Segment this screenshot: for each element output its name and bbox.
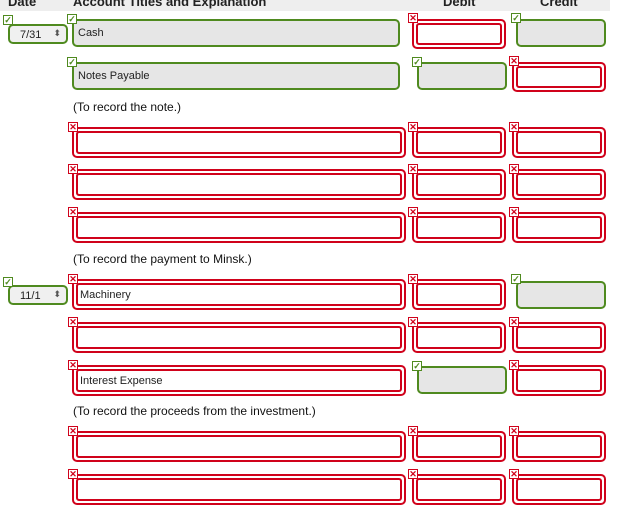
- header-debit: Debit: [443, 0, 476, 9]
- debit-field-4[interactable]: [412, 169, 506, 200]
- incorrect-icon: ✕: [509, 360, 519, 370]
- correct-icon: ✓: [412, 361, 422, 371]
- credit-field-5[interactable]: [512, 212, 606, 243]
- incorrect-icon: ✕: [68, 122, 78, 132]
- account-field-4[interactable]: [72, 169, 406, 200]
- debit-field-7[interactable]: [412, 322, 506, 353]
- account-value: Cash: [78, 27, 104, 39]
- incorrect-icon: ✕: [509, 469, 519, 479]
- note-record-note: (To record the note.): [73, 100, 182, 114]
- debit-field-6[interactable]: [412, 279, 506, 310]
- incorrect-icon: ✕: [509, 164, 519, 174]
- incorrect-icon: ✕: [408, 274, 418, 284]
- correct-icon: ✓: [3, 15, 13, 25]
- correct-icon: ✓: [412, 57, 422, 67]
- date-select-11-1[interactable]: 11/1 ⬍: [8, 285, 68, 305]
- account-field-3[interactable]: [72, 127, 406, 158]
- incorrect-icon: ✕: [68, 274, 78, 284]
- incorrect-icon: ✕: [68, 469, 78, 479]
- debit-field-3[interactable]: [412, 127, 506, 158]
- credit-field-10[interactable]: [512, 474, 606, 505]
- incorrect-icon: ✕: [68, 207, 78, 217]
- account-value: Interest Expense: [80, 374, 163, 387]
- incorrect-icon: ✕: [68, 317, 78, 327]
- debit-field-5[interactable]: [412, 212, 506, 243]
- incorrect-icon: ✕: [68, 426, 78, 436]
- account-field-5[interactable]: [72, 212, 406, 243]
- header-credit: Credit: [540, 0, 578, 9]
- debit-field-8[interactable]: [417, 366, 507, 394]
- account-field-9[interactable]: [72, 431, 406, 462]
- header-account: Account Titles and Explanation: [73, 0, 267, 9]
- date-value: 11/1: [20, 290, 41, 302]
- incorrect-icon: ✕: [509, 426, 519, 436]
- correct-icon: ✓: [67, 57, 77, 67]
- debit-field-9[interactable]: [412, 431, 506, 462]
- table-header: Date Account Titles and Explanation Debi…: [0, 0, 610, 11]
- chevron-updown-icon: ⬍: [53, 289, 61, 299]
- note-record-payment: (To record the payment to Minsk.): [73, 252, 252, 266]
- correct-icon: ✓: [511, 274, 521, 284]
- correct-icon: ✓: [3, 277, 13, 287]
- credit-field-7[interactable]: [512, 322, 606, 353]
- date-value: 7/31: [20, 29, 42, 41]
- account-field-10[interactable]: [72, 474, 406, 505]
- incorrect-icon: ✕: [408, 207, 418, 217]
- account-field-interest-expense[interactable]: Interest Expense: [72, 365, 406, 396]
- correct-icon: ✓: [511, 13, 521, 23]
- debit-field-1[interactable]: [412, 19, 506, 49]
- credit-field-1[interactable]: [516, 19, 606, 47]
- correct-icon: ✓: [67, 14, 77, 24]
- date-select-7-31[interactable]: 7/31 ⬍: [8, 24, 68, 44]
- note-record-proceeds: (To record the proceeds from the investm…: [73, 404, 316, 418]
- incorrect-icon: ✕: [408, 122, 418, 132]
- incorrect-icon: ✕: [509, 122, 519, 132]
- credit-field-8[interactable]: [512, 365, 606, 396]
- incorrect-icon: ✕: [509, 207, 519, 217]
- account-field-7[interactable]: [72, 322, 406, 353]
- incorrect-icon: ✕: [68, 360, 78, 370]
- debit-field-2[interactable]: [417, 62, 507, 90]
- incorrect-icon: ✕: [408, 13, 418, 23]
- incorrect-icon: ✕: [408, 317, 418, 327]
- account-field-cash[interactable]: Cash: [72, 19, 400, 47]
- credit-field-9[interactable]: [512, 431, 606, 462]
- incorrect-icon: ✕: [509, 317, 519, 327]
- incorrect-icon: ✕: [68, 164, 78, 174]
- incorrect-icon: ✕: [408, 426, 418, 436]
- incorrect-icon: ✕: [408, 469, 418, 479]
- chevron-updown-icon: ⬍: [53, 28, 61, 38]
- credit-field-6[interactable]: [516, 281, 606, 309]
- credit-field-3[interactable]: [512, 127, 606, 158]
- account-value: Machinery: [80, 288, 131, 301]
- credit-field-4[interactable]: [512, 169, 606, 200]
- header-date: Date: [8, 0, 37, 9]
- debit-field-10[interactable]: [412, 474, 506, 505]
- account-field-machinery[interactable]: Machinery: [72, 279, 406, 310]
- account-field-notes-payable[interactable]: Notes Payable: [72, 62, 400, 90]
- credit-field-2[interactable]: [512, 62, 606, 92]
- account-value: Notes Payable: [78, 70, 150, 82]
- incorrect-icon: ✕: [509, 56, 519, 66]
- incorrect-icon: ✕: [408, 164, 418, 174]
